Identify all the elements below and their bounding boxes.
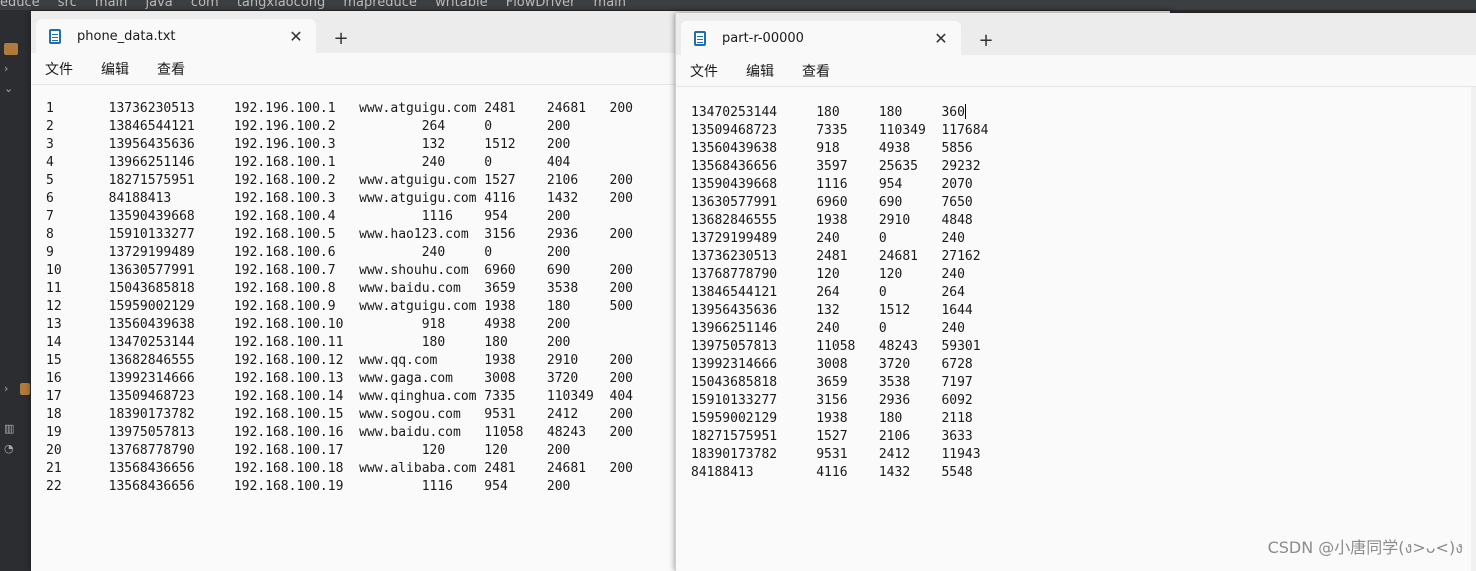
close-icon[interactable]: ✕ (284, 24, 308, 48)
menu-bar: 文件 编辑 查看 (676, 55, 1476, 87)
breadcrumb-item[interactable]: FlowDriver (506, 0, 576, 10)
breadcrumb-item[interactable]: writable (435, 0, 488, 10)
file-content[interactable]: 13470253144 180 180 360 13509468723 7335… (691, 104, 988, 482)
notepad-icon (49, 28, 61, 44)
chevron-right-icon[interactable]: › (4, 383, 18, 395)
chevron-right-icon[interactable]: › (4, 63, 18, 75)
new-tab-button[interactable]: + (973, 27, 999, 53)
watermark: CSDN @小唐同学(ง>ᴗ<)ง (1267, 538, 1463, 557)
notepad-icon (694, 30, 706, 46)
ide-breadcrumb: educe src main java com tangxiaocong map… (0, 0, 1476, 10)
notepad-window-part-r: part-r-00000 ✕ + 文件 编辑 查看 13470253144 18… (675, 13, 1476, 571)
breadcrumb-item[interactable]: main (95, 0, 127, 10)
breadcrumb-item[interactable]: educe (0, 0, 40, 10)
text-caret (964, 104, 966, 119)
chevron-down-icon[interactable]: ⌄ (4, 83, 18, 95)
menu-view[interactable]: 查看 (157, 59, 185, 79)
menu-edit[interactable]: 编辑 (101, 59, 129, 79)
bar-chart-icon[interactable]: ▥ (4, 423, 18, 435)
breadcrumb-item[interactable]: java (146, 0, 173, 10)
tab-bar: part-r-00000 ✕ + (676, 13, 1476, 55)
menu-edit[interactable]: 编辑 (746, 61, 774, 81)
ide-project-sidebar: › ⌄ › ▥ ◔ (0, 10, 31, 571)
file-content[interactable]: 1 13736230513 192.196.100.1 www.atguigu.… (46, 100, 633, 496)
tab-part-r[interactable]: part-r-00000 ✕ (681, 21, 961, 55)
text-editor[interactable]: 13470253144 180 180 360 13509468723 7335… (676, 87, 1476, 571)
breadcrumb-item[interactable]: main (594, 0, 626, 10)
breadcrumb-item[interactable]: tangxiaocong (237, 0, 325, 10)
new-tab-button[interactable]: + (328, 25, 354, 51)
tab-title: part-r-00000 (722, 30, 804, 46)
scrollbar[interactable] (1471, 87, 1476, 571)
tab-phone-data[interactable]: phone_data.txt ✕ (36, 19, 316, 53)
menu-view[interactable]: 查看 (802, 61, 830, 81)
folder-icon[interactable] (4, 43, 18, 55)
breadcrumb-item[interactable]: com (191, 0, 219, 10)
scratch-icon[interactable]: ◔ (4, 443, 18, 455)
folder-icon[interactable] (20, 383, 30, 395)
close-icon[interactable]: ✕ (929, 26, 953, 50)
menu-file[interactable]: 文件 (690, 61, 718, 81)
menu-file[interactable]: 文件 (45, 59, 73, 79)
tab-title: phone_data.txt (77, 28, 176, 44)
breadcrumb-item[interactable]: src (58, 0, 77, 10)
breadcrumb-item[interactable]: mapreduce (343, 0, 417, 10)
